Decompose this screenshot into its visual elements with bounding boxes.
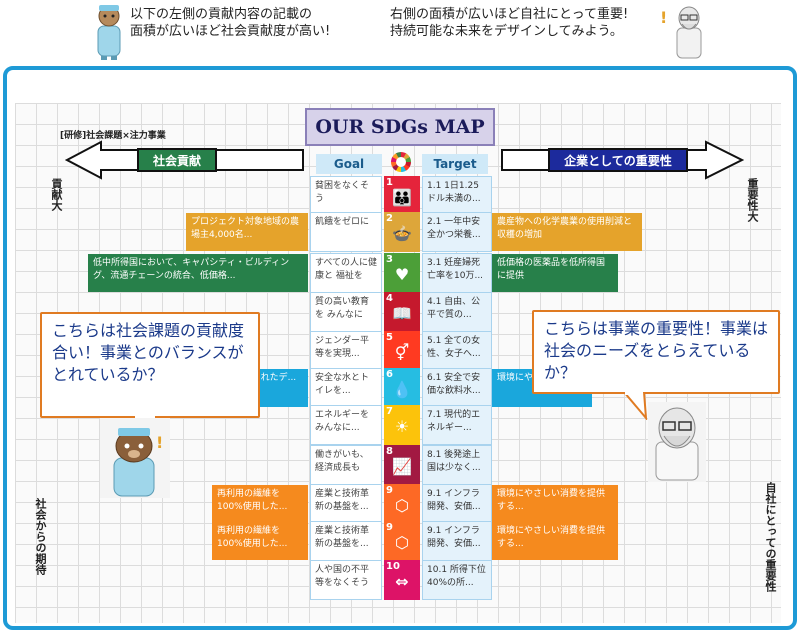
left-top-label: 貢献大 — [50, 178, 63, 211]
header-left-line-2: 面積が広いほど社会貢献度が高い! — [130, 24, 331, 39]
target-cell: 10.1 所得下位40%の所... — [422, 560, 492, 600]
right-bubble-tail — [620, 391, 650, 422]
goal-cell: すべての人に健康と 福祉を — [310, 253, 382, 293]
goal-cell: 飢餓をゼロに — [310, 212, 382, 252]
goal-cell: 安全な水とトイレを... — [310, 368, 382, 408]
professor-mascot-top — [672, 4, 706, 60]
left-speech-bubble: こちらは社会課題の貢献度合い！事業とのバランスがとれているか？ — [40, 312, 260, 418]
goal-cell: 産業と技術革新の基盤を... — [310, 521, 382, 561]
goal-cell: ジェンダー平等を実現... — [310, 331, 382, 371]
goal-header: Goal — [316, 154, 382, 174]
sdgs-wheel-icon — [391, 152, 411, 172]
goal-cell: 人や国の不平等をなくそう — [310, 560, 382, 600]
contribution-bar-9b: 再利用の繊維を100%使用した... — [212, 522, 308, 560]
importance-bar-9a: 環境にやさしい消費を提供する... — [492, 485, 618, 523]
otter-mascot: ! — [100, 418, 170, 498]
left-arrow-label: 社会貢献 — [137, 148, 217, 172]
sdg-9-icon: 9 ⬡ — [384, 484, 420, 524]
target-cell: 5.1 全ての女性、女子へ... — [422, 331, 492, 371]
target-cell: 6.1 安全で安価な飲料水... — [422, 368, 492, 408]
header-left-line-1: 以下の左側の貢献内容の記載の — [130, 7, 313, 22]
sdg-1-icon: 1 👪 — [384, 176, 420, 216]
right-bottom-label: 自社にとっての重要性 — [764, 482, 777, 592]
right-arrow-label: 企業としての重要性 — [548, 148, 688, 172]
contribution-bar-2: プロジェクト対象地域の農場主4,000名... — [186, 213, 308, 251]
target-cell: 8.1 後発途上国は少なく... — [422, 445, 492, 485]
target-header: Target — [422, 154, 488, 174]
header-right-line-2: 持続可能な未来をデザインしてみよう。 — [390, 24, 623, 39]
target-cell: 1.1 1日1.25ドル未満の... — [422, 176, 492, 216]
sdg-4-icon: 4 📖 — [384, 292, 420, 332]
sdg-10-icon: 10 ⇔ — [384, 560, 420, 600]
importance-bar-3: 低価格の医薬品を低所得国に提供 — [492, 254, 618, 292]
target-cell: 9.1 インフラ開発、安価... — [422, 521, 492, 561]
left-bottom-label: 社会からの期待 — [34, 498, 47, 575]
importance-bar-2: 農産物への化学農業の使用削減と収穫の増加 — [492, 213, 642, 251]
target-cell: 3.1 妊産婦死亡率を10万... — [422, 253, 492, 293]
otter-mascot-top — [92, 2, 126, 60]
goal-cell: 貧困をなくそう — [310, 176, 382, 216]
right-top-label: 重要性大 — [746, 178, 759, 222]
goal-cell: エネルギーを みんなに... — [310, 405, 382, 445]
sdg-3-icon: 3 ♥ — [384, 253, 420, 293]
sdg-5-icon: 5 ⚥ — [384, 331, 420, 371]
contribution-bar-9a: 再利用の繊維を100%使用した... — [212, 485, 308, 523]
target-cell: 2.1 一年中安全かつ栄養... — [422, 212, 492, 252]
importance-bar-9b: 環境にやさしい消費を提供する... — [492, 522, 618, 560]
map-title: OUR SDGs MAP — [305, 108, 495, 146]
header-right-line-1: 右側の面積が広いほど自社にとって重要! — [390, 7, 629, 22]
target-cell: 7.1 現代的エネルギー... — [422, 405, 492, 445]
contribution-bar-3: 低中所得国において、キャパシティ・ビルディング、流通チェーンの統合、低価格... — [88, 254, 308, 292]
target-cell: 4.1 自由、公平で質の... — [422, 292, 492, 332]
exclamation-icon: ! — [660, 8, 668, 27]
sdg-6-icon: 6 💧 — [384, 368, 420, 408]
goal-cell: 働きがいも、経済成長も — [310, 445, 382, 485]
target-cell: 9.1 インフラ開発、安価... — [422, 484, 492, 524]
sdg-9-icon: 9 ⬡ — [384, 521, 420, 561]
sdg-7-icon: 7 ☀ — [384, 405, 420, 445]
sdg-8-icon: 8 📈 — [384, 445, 420, 485]
professor-mascot — [648, 402, 706, 482]
sdg-2-icon: 2 🍲 — [384, 212, 420, 252]
goal-cell: 質の高い教育を みんなに — [310, 292, 382, 332]
svg-text:!: ! — [156, 433, 163, 452]
goal-cell: 産業と技術革新の基盤を... — [310, 484, 382, 524]
right-speech-bubble: こちらは事業の重要性！事業は社会のニーズをとらえているか？ — [532, 310, 780, 394]
